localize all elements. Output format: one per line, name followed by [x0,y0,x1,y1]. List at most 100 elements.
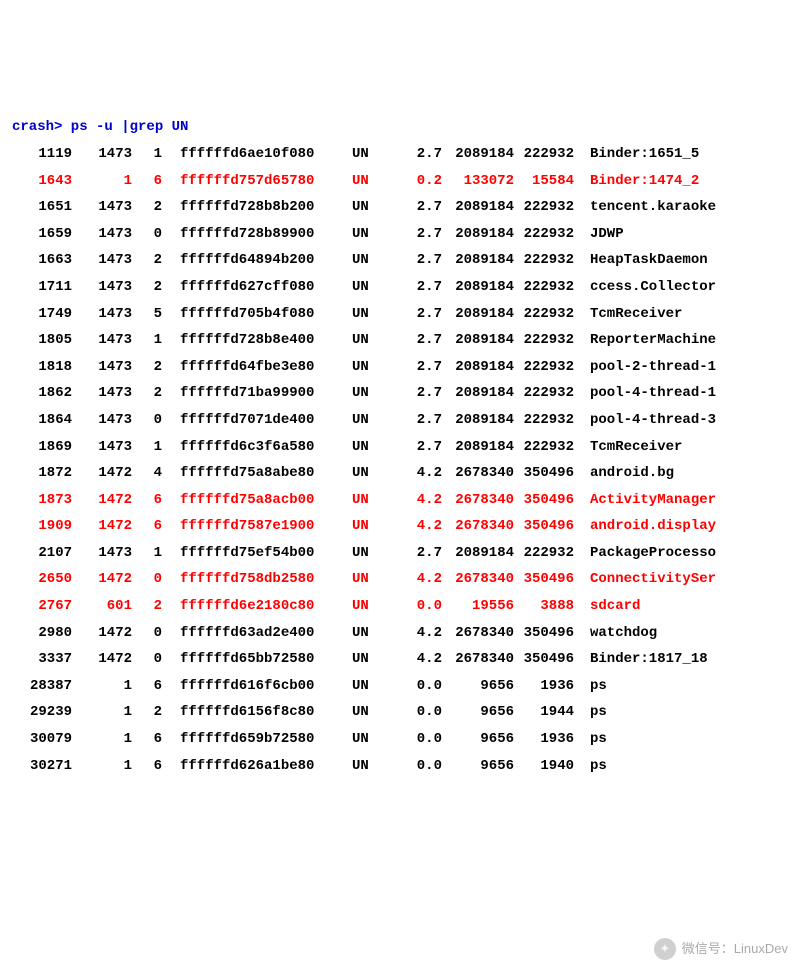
ppid-cell: 1473 [72,141,132,168]
mem-cell: 4.2 [392,620,442,647]
mem-cell: 4.2 [392,487,442,514]
comm-cell: sdcard [574,593,640,620]
vsz-cell: 2678340 [442,646,514,673]
pid-cell: 1805 [12,327,72,354]
task-cell: ffffffd728b89900 [162,221,340,248]
ppid-cell: 1472 [72,487,132,514]
ppid-cell: 1473 [72,274,132,301]
rss-cell: 222932 [514,354,574,381]
ps-row: 186214732ffffffd71ba99900UN2.72089184222… [12,380,796,407]
rss-cell: 350496 [514,487,574,514]
vsz-cell: 2089184 [442,301,514,328]
vsz-cell: 2089184 [442,221,514,248]
state-cell: UN [340,380,392,407]
cpu-cell: 6 [132,513,162,540]
vsz-cell: 19556 [442,593,514,620]
pid-cell: 1872 [12,460,72,487]
vsz-cell: 2089184 [442,274,514,301]
pid-cell: 1749 [12,301,72,328]
task-cell: ffffffd7071de400 [162,407,340,434]
state-cell: UN [340,460,392,487]
mem-cell: 0.2 [392,168,442,195]
state-cell: UN [340,673,392,700]
cpu-cell: 6 [132,753,162,780]
ps-row: 187214724ffffffd75a8abe80UN4.22678340350… [12,460,796,487]
state-cell: UN [340,194,392,221]
mem-cell: 2.7 [392,540,442,567]
rss-cell: 222932 [514,380,574,407]
pid-cell: 1711 [12,274,72,301]
vsz-cell: 2089184 [442,380,514,407]
ppid-cell: 1473 [72,247,132,274]
task-cell: ffffffd6c3f6a580 [162,434,340,461]
rss-cell: 1936 [514,726,574,753]
cpu-cell: 2 [132,593,162,620]
mem-cell: 0.0 [392,699,442,726]
state-cell: UN [340,327,392,354]
ps-row: 186414730ffffffd7071de400UN2.72089184222… [12,407,796,434]
pid-cell: 2650 [12,566,72,593]
vsz-cell: 9656 [442,673,514,700]
state-cell: UN [340,646,392,673]
ps-row: 298014720ffffffd63ad2e400UN4.22678340350… [12,620,796,647]
rss-cell: 222932 [514,434,574,461]
rss-cell: 222932 [514,327,574,354]
ps-row: 2923912ffffffd6156f8c80UN0.096561944ps [12,699,796,726]
vsz-cell: 2678340 [442,460,514,487]
comm-cell: ActivityManager [574,487,716,514]
comm-cell: tencent.karaoke [574,194,716,221]
state-cell: UN [340,141,392,168]
mem-cell: 2.7 [392,434,442,461]
mem-cell: 2.7 [392,327,442,354]
ps-row: 166314732ffffffd64894b200UN2.72089184222… [12,247,796,274]
cpu-cell: 0 [132,620,162,647]
task-cell: ffffffd757d65780 [162,168,340,195]
ps-row: 181814732ffffffd64fbe3e80UN2.72089184222… [12,354,796,381]
task-cell: ffffffd75a8abe80 [162,460,340,487]
rss-cell: 350496 [514,620,574,647]
cpu-cell: 0 [132,221,162,248]
task-cell: ffffffd65bb72580 [162,646,340,673]
state-cell: UN [340,540,392,567]
cpu-cell: 0 [132,407,162,434]
cpu-cell: 6 [132,673,162,700]
mem-cell: 0.0 [392,753,442,780]
comm-cell: HeapTaskDaemon [574,247,708,274]
ps-row: 3027116ffffffd626a1be80UN0.096561940ps [12,753,796,780]
ps-row: 2838716ffffffd616f6cb00UN0.096561936ps [12,673,796,700]
comm-cell: ConnectivitySer [574,566,716,593]
rss-cell: 350496 [514,646,574,673]
ps-row: 333714720ffffffd65bb72580UN4.22678340350… [12,646,796,673]
state-cell: UN [340,354,392,381]
rss-cell: 222932 [514,194,574,221]
comm-cell: pool-4-thread-3 [574,407,716,434]
state-cell: UN [340,301,392,328]
state-cell: UN [340,168,392,195]
comm-cell: Binder:1817_18 [574,646,708,673]
task-cell: ffffffd71ba99900 [162,380,340,407]
ppid-cell: 1 [72,726,132,753]
ps-row: 190914726ffffffd7587e1900UN4.22678340350… [12,513,796,540]
mem-cell: 4.2 [392,513,442,540]
comm-cell: PackageProcesso [574,540,716,567]
rss-cell: 222932 [514,301,574,328]
vsz-cell: 2089184 [442,407,514,434]
pid-cell: 30079 [12,726,72,753]
vsz-cell: 2678340 [442,513,514,540]
cpu-cell: 2 [132,354,162,381]
cpu-cell: 1 [132,540,162,567]
watermark: ✦ 微信号：LinuxDev [654,937,788,962]
ps-row: 164316ffffffd757d65780UN0.213307215584Bi… [12,168,796,195]
mem-cell: 4.2 [392,460,442,487]
rss-cell: 222932 [514,540,574,567]
comm-cell: android.display [574,513,716,540]
task-cell: ffffffd75a8acb00 [162,487,340,514]
mem-cell: 4.2 [392,566,442,593]
ps-row: 265014720ffffffd758db2580UN4.22678340350… [12,566,796,593]
mem-cell: 2.7 [392,194,442,221]
pid-cell: 1818 [12,354,72,381]
pid-cell: 2980 [12,620,72,647]
vsz-cell: 2089184 [442,434,514,461]
mem-cell: 2.7 [392,354,442,381]
task-cell: ffffffd705b4f080 [162,301,340,328]
